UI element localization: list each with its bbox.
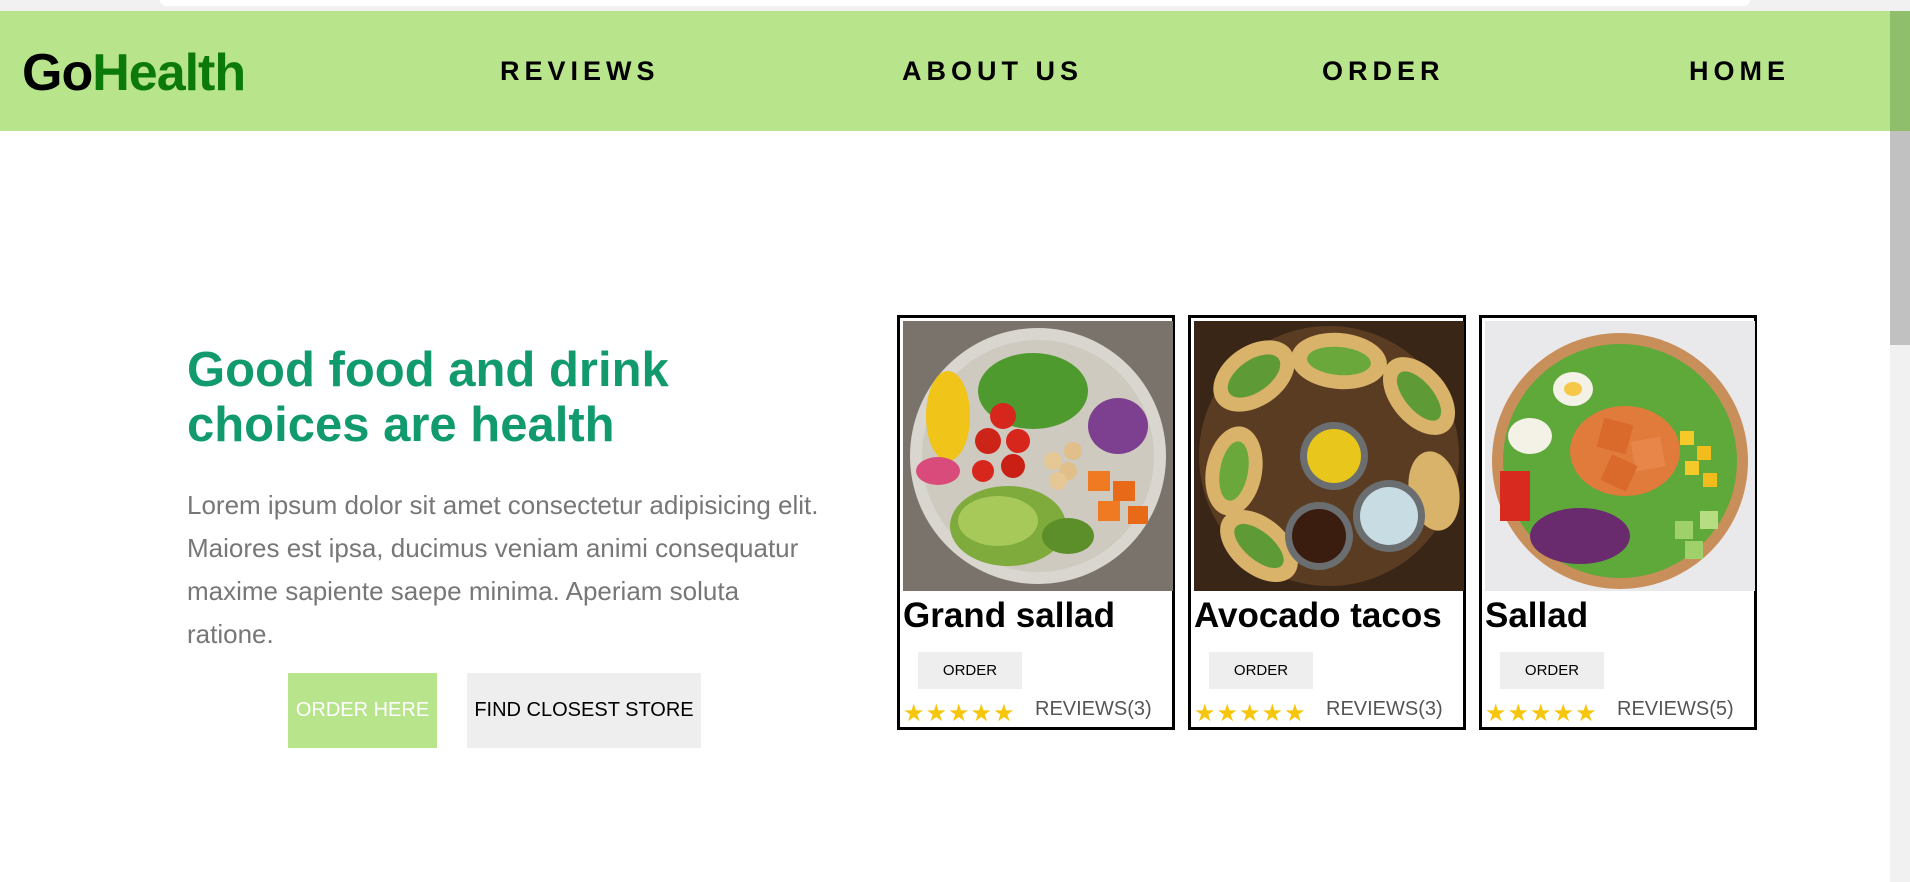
logo-go-text: Go [22, 44, 93, 102]
star-rating-icon: ★★★★★ [1194, 700, 1307, 727]
logo[interactable]: GoHealth [22, 43, 246, 103]
product-reviews-link[interactable]: REVIEWS(3) [1326, 698, 1443, 721]
nav-link-home[interactable]: HOME [1689, 56, 1790, 87]
star-rating-icon: ★★★★★ [1485, 700, 1598, 727]
star-rating-icon: ★★★★★ [903, 700, 1016, 727]
nav-link-order[interactable]: ORDER [1322, 56, 1445, 87]
product-reviews-link[interactable]: REVIEWS(3) [1035, 698, 1152, 721]
product-card-grand-sallad: Grand sallad ORDER ★★★★★ REVIEWS(3) [897, 315, 1175, 730]
product-name: Avocado tacos [1194, 596, 1442, 635]
browser-top-strip [0, 0, 1910, 11]
navbar: GoHealth REVIEWS ABOUT US ORDER HOME [0, 11, 1890, 131]
order-here-button[interactable]: ORDER HERE [288, 673, 437, 748]
find-closest-store-button[interactable]: FIND CLOSEST STORE [467, 673, 701, 748]
hero-title: Good food and drink choices are health [187, 343, 669, 452]
salmon-salad-image[interactable] [1485, 321, 1755, 591]
product-card-avocado-tacos: Avocado tacos ORDER ★★★★★ REVIEWS(3) [1188, 315, 1466, 730]
product-name: Grand sallad [903, 596, 1116, 635]
tacos-platter-image[interactable] [1194, 321, 1464, 591]
product-name: Sallad [1485, 596, 1589, 635]
browser-url-bar[interactable] [160, 0, 1750, 6]
scrollbar-header-segment [1890, 11, 1910, 131]
salad-bowl-image[interactable] [903, 321, 1173, 591]
scrollbar-thumb[interactable] [1890, 131, 1910, 345]
product-reviews-link[interactable]: REVIEWS(5) [1617, 698, 1734, 721]
product-card-sallad: Sallad ORDER ★★★★★ REVIEWS(5) [1479, 315, 1757, 730]
product-order-button[interactable]: ORDER [1500, 652, 1604, 689]
nav-link-reviews[interactable]: REVIEWS [500, 56, 660, 87]
nav-link-about-us[interactable]: ABOUT US [902, 56, 1083, 87]
product-order-button[interactable]: ORDER [918, 652, 1022, 689]
hero-description: Lorem ipsum dolor sit amet consectetur a… [187, 490, 819, 649]
logo-health-text: Health [92, 44, 246, 102]
product-order-button[interactable]: ORDER [1209, 652, 1313, 689]
